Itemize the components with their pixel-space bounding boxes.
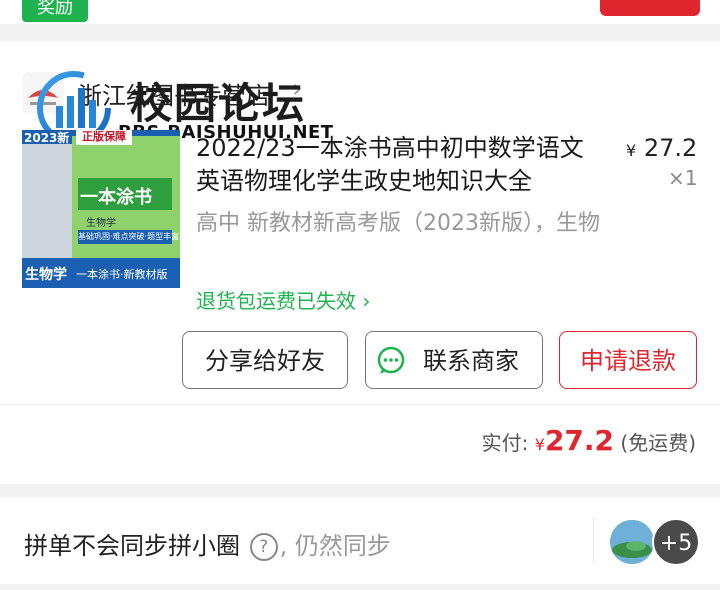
currency-symbol: ¥ [626, 141, 637, 160]
product-title[interactable]: 2022/23一本涂书高中初中数学语文英语物理化学生政史地知识大全 [196, 132, 606, 198]
product-image[interactable]: 2023新 正版保障 一本涂书 生物学 基础巩固·难点突破·题型丰富 生物学 一… [22, 130, 180, 288]
cover-book-title: 一本涂书 [80, 187, 152, 208]
reward-badge: 奖励 [22, 0, 88, 22]
paid-label: 实付: [481, 431, 529, 455]
chat-bubble-icon [377, 346, 405, 374]
top-action-button[interactable] [600, 0, 700, 16]
refund-request-button[interactable]: 申请退款 [559, 331, 697, 389]
unit-price-value: 27.2 [643, 134, 698, 162]
paid-currency: ¥ [534, 435, 545, 454]
avatar[interactable] [610, 520, 654, 564]
group-sync-card: 拼单不会同步拼小圈 ?, 仍然同步 +5 [0, 498, 720, 584]
cover-subject-small: 生物学 [86, 218, 116, 229]
vertical-divider [593, 518, 594, 564]
cover-series: 一本涂书·新教材版 [76, 268, 168, 281]
order-card: 浙江红图书专营店 › 校园论坛 BBS.BAISHUHUI.NET 2023新 … [0, 42, 720, 484]
share-button[interactable]: 分享给好友 [182, 331, 348, 389]
group-sync-suffix[interactable]: , 仍然同步 [280, 532, 391, 560]
cover-year-badge: 2023新 [24, 131, 70, 145]
cover-features: 基础巩固·难点突破·题型丰富 [78, 232, 180, 241]
help-icon[interactable]: ? [249, 533, 278, 561]
return-shipping-label: 退货包运费已失效 [196, 289, 356, 313]
divider [0, 404, 720, 405]
cover-guarantee-label: 正版保障 [76, 130, 132, 145]
return-shipping-info[interactable]: 退货包运费已失效 › [196, 285, 370, 314]
chevron-right-icon: › [362, 289, 371, 313]
paid-summary: 实付: ¥27.2 (免运费) [482, 424, 696, 457]
product-spec: 高中 新教材新高考版（2023新版），生物 [196, 211, 600, 236]
group-sync-label: 拼单不会同步拼小圈 [24, 532, 240, 560]
quantity: ×1 [668, 166, 698, 190]
shipping-note: (免运费) [620, 431, 696, 455]
group-sync-text: 拼单不会同步拼小圈 ?, 仍然同步 [24, 526, 391, 561]
cover-subject: 生物学 [25, 267, 67, 283]
more-members-badge[interactable]: +5 [652, 518, 700, 566]
paid-amount: 27.2 [544, 424, 615, 457]
unit-price: ¥ 27.2 [626, 134, 697, 162]
